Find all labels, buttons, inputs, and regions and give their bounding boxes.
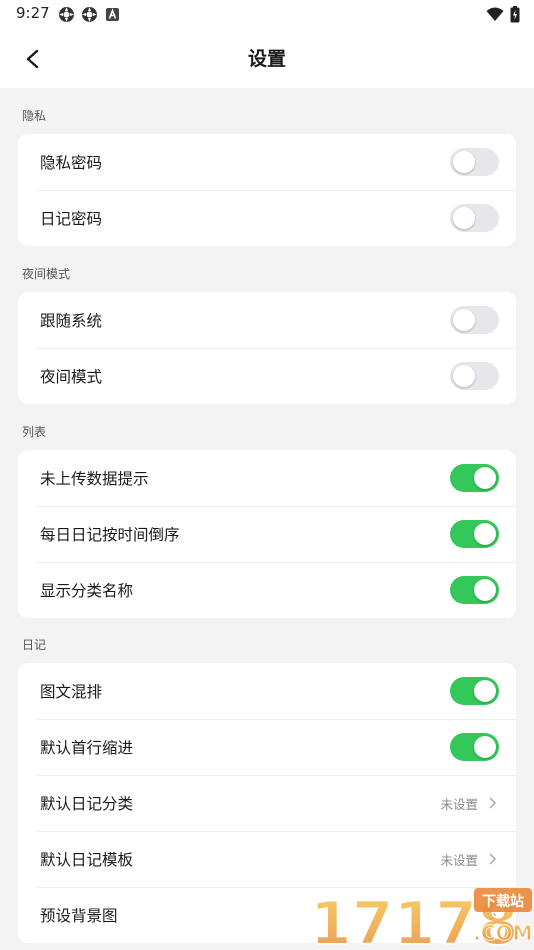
row-label: 隐私密码	[40, 154, 103, 172]
section-label-diary: 日记	[22, 638, 47, 652]
row-follow-system[interactable]: 跟随系统	[18, 292, 516, 348]
row-show-category-name[interactable]: 显示分类名称	[18, 562, 516, 618]
section-label-privacy: 隐私	[22, 109, 47, 123]
row-default-category[interactable]: 默认日记分类 未设置	[18, 775, 516, 831]
row-label: 默认日记分类	[40, 795, 134, 813]
unuploaded-hint-toggle[interactable]	[450, 464, 499, 492]
row-default-template[interactable]: 默认日记模板 未设置	[18, 831, 516, 887]
watermark-domain: .COM	[473, 921, 532, 945]
default-category-value: 未设置	[440, 796, 478, 812]
chevron-right-icon	[489, 797, 497, 809]
toggle-knob	[474, 736, 496, 758]
privacy-password-toggle[interactable]	[450, 148, 499, 176]
row-first-line-indent[interactable]: 默认首行缩进	[18, 719, 516, 775]
watermark-logo: 17178 下载站 .COM	[310, 888, 533, 950]
app-bar: 设置	[0, 28, 534, 88]
toggle-knob	[453, 207, 475, 229]
card-night-mode: 跟随系统 夜间模式	[18, 292, 516, 404]
toggle-knob	[453, 365, 475, 387]
status-system-icons	[486, 6, 520, 27]
row-label: 未上传数据提示	[40, 470, 149, 488]
toggle-knob	[453, 309, 475, 331]
card-list: 未上传数据提示 每日日记按时间倒序 显示分类名称	[18, 450, 516, 618]
toggle-knob	[474, 467, 496, 489]
toggle-knob	[474, 579, 496, 601]
row-diary-password[interactable]: 日记密码	[18, 190, 516, 246]
a-icon	[104, 6, 121, 23]
section-label-list: 列表	[22, 425, 47, 439]
toggle-knob	[474, 523, 496, 545]
wifi-icon	[486, 7, 504, 26]
card-privacy: 隐私密码 日记密码	[18, 134, 516, 246]
chevron-right-icon	[489, 853, 497, 865]
default-template-value: 未设置	[440, 852, 478, 868]
row-label: 日记密码	[40, 210, 103, 228]
row-label: 夜间模式	[40, 368, 103, 386]
row-privacy-password[interactable]: 隐私密码	[18, 134, 516, 190]
row-label: 默认日记模板	[40, 851, 134, 869]
toggle-knob	[474, 680, 496, 702]
row-unuploaded-hint[interactable]: 未上传数据提示	[18, 450, 516, 506]
gear-icon	[58, 6, 75, 23]
reverse-order-toggle[interactable]	[450, 520, 499, 548]
show-category-name-toggle[interactable]	[450, 576, 499, 604]
row-mixed-layout[interactable]: 图文混排	[18, 663, 516, 719]
first-line-indent-toggle[interactable]	[450, 733, 499, 761]
status-notification-icons	[58, 6, 121, 23]
night-mode-toggle[interactable]	[450, 362, 499, 390]
diary-password-toggle[interactable]	[450, 204, 499, 232]
section-label-night-mode: 夜间模式	[22, 267, 71, 281]
follow-system-toggle[interactable]	[450, 306, 499, 334]
watermark-sub: 下载站	[482, 893, 524, 910]
row-label: 每日日记按时间倒序	[40, 526, 180, 544]
row-label: 跟随系统	[40, 312, 103, 330]
row-label: 显示分类名称	[40, 582, 134, 600]
page-title: 设置	[247, 48, 286, 70]
status-time: 9:27	[16, 4, 50, 22]
row-label: 默认首行缩进	[40, 739, 134, 757]
gear-icon	[81, 6, 98, 23]
row-label: 预设背景图	[40, 907, 118, 925]
status-bar: 9:27	[0, 0, 534, 28]
row-label: 图文混排	[40, 683, 103, 701]
row-night-mode[interactable]: 夜间模式	[18, 348, 516, 404]
battery-icon	[510, 6, 520, 27]
row-reverse-order[interactable]: 每日日记按时间倒序	[18, 506, 516, 562]
toggle-knob	[453, 151, 475, 173]
mixed-layout-toggle[interactable]	[450, 677, 499, 705]
